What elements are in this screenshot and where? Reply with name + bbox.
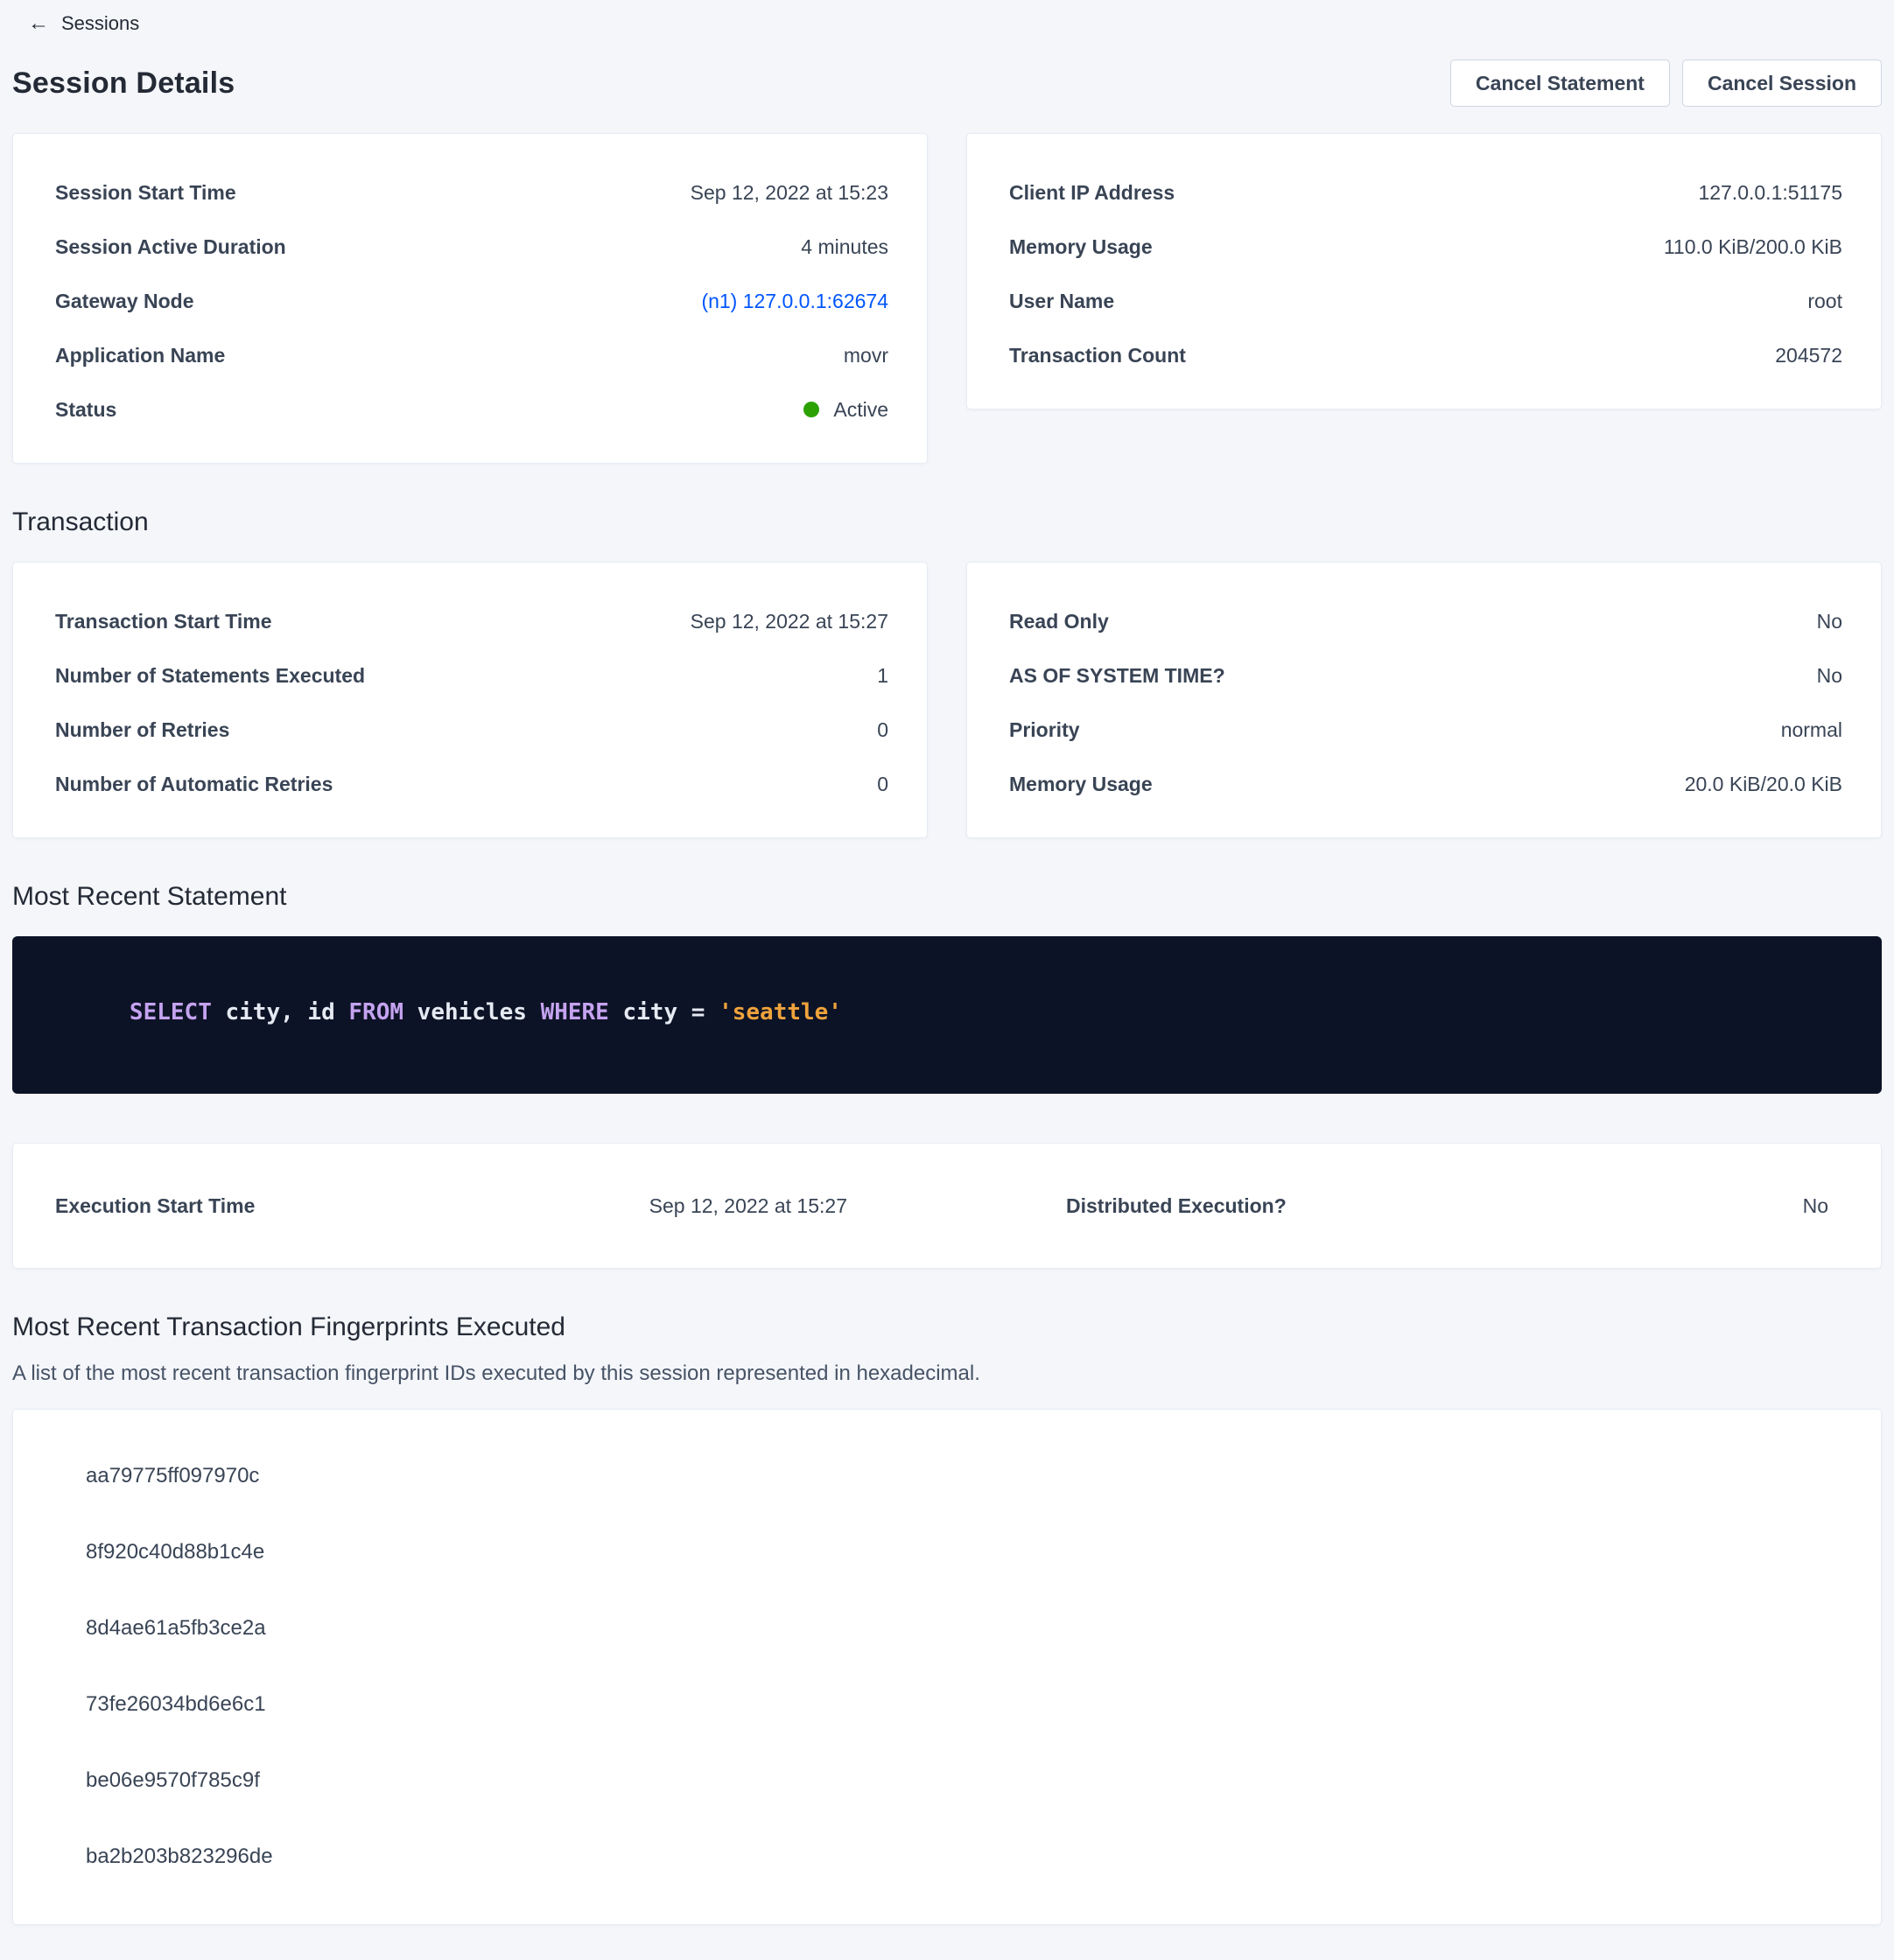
sessions-back-link[interactable]: ← Sessions [28,12,139,35]
sql-token-identifier: vehicles [403,999,541,1026]
transaction-count-value: 204572 [1775,344,1842,368]
title-row: Session Details Cancel Statement Cancel … [12,60,1882,107]
client-ip-value: 127.0.0.1:51175 [1698,181,1842,205]
gateway-node-row: Gateway Node (n1) 127.0.0.1:62674 [55,274,888,328]
statements-executed-value: 1 [877,664,888,688]
session-overview-grid: Session Start Time Sep 12, 2022 at 15:23… [12,133,1882,464]
user-name-value: root [1807,290,1842,313]
client-ip-label: Client IP Address [1009,181,1175,205]
automatic-retries-value: 0 [877,773,888,796]
gateway-node-link[interactable]: (n1) 127.0.0.1:62674 [701,290,888,313]
status-badge: Active [803,398,888,422]
session-memory-usage-value: 110.0 KiB/200.0 KiB [1664,235,1842,259]
back-row: ← Sessions [12,7,1882,40]
session-start-time-value: Sep 12, 2022 at 15:23 [691,181,888,205]
page-title: Session Details [12,66,235,101]
as-of-system-time-value: No [1817,664,1842,688]
execution-start-time-label: Execution Start Time [55,1194,255,1218]
read-only-row: Read Only No [1009,594,1842,648]
session-start-time-label: Session Start Time [55,181,236,205]
status-value: Active [833,398,888,422]
action-buttons: Cancel Statement Cancel Session [1450,60,1882,107]
session-info-card: Session Start Time Sep 12, 2022 at 15:23… [12,133,928,464]
most-recent-statement-title: Most Recent Statement [12,882,1882,912]
transaction-memory-usage-row: Memory Usage 20.0 KiB/20.0 KiB [1009,757,1842,811]
fingerprints-card: aa79775ff097970c 8f920c40d88b1c4e 8d4ae6… [12,1409,1882,1925]
transaction-start-time-row: Transaction Start Time Sep 12, 2022 at 1… [55,594,888,648]
transaction-section-title: Transaction [12,508,1882,537]
distributed-execution-row: Distributed Execution? No [1066,1180,1828,1231]
fingerprint-list-item: ba2b203b823296de [55,1818,1842,1894]
as-of-system-time-label: AS OF SYSTEM TIME? [1009,664,1225,688]
transaction-memory-usage-label: Memory Usage [1009,773,1153,796]
distributed-execution-label: Distributed Execution? [1066,1194,1287,1218]
transaction-count-label: Transaction Count [1009,344,1186,368]
sql-token-string: 'seattle' [719,999,842,1026]
execution-start-time-row: Execution Start Time Sep 12, 2022 at 15:… [55,1180,847,1231]
fingerprint-list-item: 8f920c40d88b1c4e [55,1514,1842,1590]
statements-executed-row: Number of Statements Executed 1 [55,648,888,703]
automatic-retries-label: Number of Automatic Retries [55,773,333,796]
transaction-left-card: Transaction Start Time Sep 12, 2022 at 1… [12,562,928,838]
status-active-dot-icon [803,402,819,417]
session-active-duration-value: 4 minutes [801,235,888,259]
distributed-execution-value: No [1803,1194,1828,1218]
fingerprint-list-item: 8d4ae61a5fb3ce2a [55,1590,1842,1666]
gateway-node-label: Gateway Node [55,290,194,313]
sql-token-identifier: city = [609,999,719,1026]
read-only-value: No [1817,610,1842,634]
transaction-start-time-label: Transaction Start Time [55,610,272,634]
sql-token-identifier: city, id [212,999,349,1026]
retries-label: Number of Retries [55,718,229,742]
fingerprints-section-description: A list of the most recent transaction fi… [12,1362,1882,1386]
session-memory-usage-row: Memory Usage 110.0 KiB/200.0 KiB [1009,220,1842,274]
fingerprint-list-item: 73fe26034bd6e6c1 [55,1666,1842,1742]
user-name-row: User Name root [1009,274,1842,328]
status-row: Status Active [55,382,888,437]
execution-card: Execution Start Time Sep 12, 2022 at 15:… [12,1143,1882,1269]
status-label: Status [55,398,116,422]
cancel-statement-button[interactable]: Cancel Statement [1450,60,1670,107]
fingerprint-list-item: be06e9570f785c9f [55,1742,1842,1818]
read-only-label: Read Only [1009,610,1109,634]
fingerprints-section-title: Most Recent Transaction Fingerprints Exe… [12,1312,1882,1342]
application-name-row: Application Name movr [55,328,888,382]
user-name-label: User Name [1009,290,1114,313]
automatic-retries-row: Number of Automatic Retries 0 [55,757,888,811]
session-start-time-row: Session Start Time Sep 12, 2022 at 15:23 [55,165,888,220]
transaction-memory-usage-value: 20.0 KiB/20.0 KiB [1685,773,1842,796]
sql-token-keyword: WHERE [541,999,609,1026]
sql-token-keyword: SELECT [130,999,212,1026]
session-active-duration-row: Session Active Duration 4 minutes [55,220,888,274]
session-details-page: ← Sessions Session Details Cancel Statem… [0,0,1894,1960]
priority-row: Priority normal [1009,703,1842,757]
back-link-label: Sessions [61,12,139,35]
sql-statement-box: SELECT city, id FROM vehicles WHERE city… [12,936,1882,1094]
arrow-left-icon: ← [28,13,49,34]
cancel-session-button[interactable]: Cancel Session [1682,60,1882,107]
as-of-system-time-row: AS OF SYSTEM TIME? No [1009,648,1842,703]
statements-executed-label: Number of Statements Executed [55,664,365,688]
execution-start-time-value: Sep 12, 2022 at 15:27 [649,1194,847,1218]
retries-value: 0 [877,718,888,742]
retries-row: Number of Retries 0 [55,703,888,757]
fingerprint-list-item: aa79775ff097970c [55,1438,1842,1514]
application-name-value: movr [844,344,888,368]
priority-label: Priority [1009,718,1080,742]
session-active-duration-label: Session Active Duration [55,235,286,259]
application-name-label: Application Name [55,344,225,368]
client-info-card: Client IP Address 127.0.0.1:51175 Memory… [966,133,1882,410]
sql-token-keyword: FROM [348,999,403,1026]
client-ip-row: Client IP Address 127.0.0.1:51175 [1009,165,1842,220]
transaction-count-row: Transaction Count 204572 [1009,328,1842,382]
priority-value: normal [1781,718,1842,742]
session-memory-usage-label: Memory Usage [1009,235,1153,259]
sql-statement-code: SELECT city, id FROM vehicles WHERE city… [47,973,1847,1052]
transaction-grid: Transaction Start Time Sep 12, 2022 at 1… [12,562,1882,838]
transaction-right-card: Read Only No AS OF SYSTEM TIME? No Prior… [966,562,1882,838]
transaction-start-time-value: Sep 12, 2022 at 15:27 [691,610,888,634]
